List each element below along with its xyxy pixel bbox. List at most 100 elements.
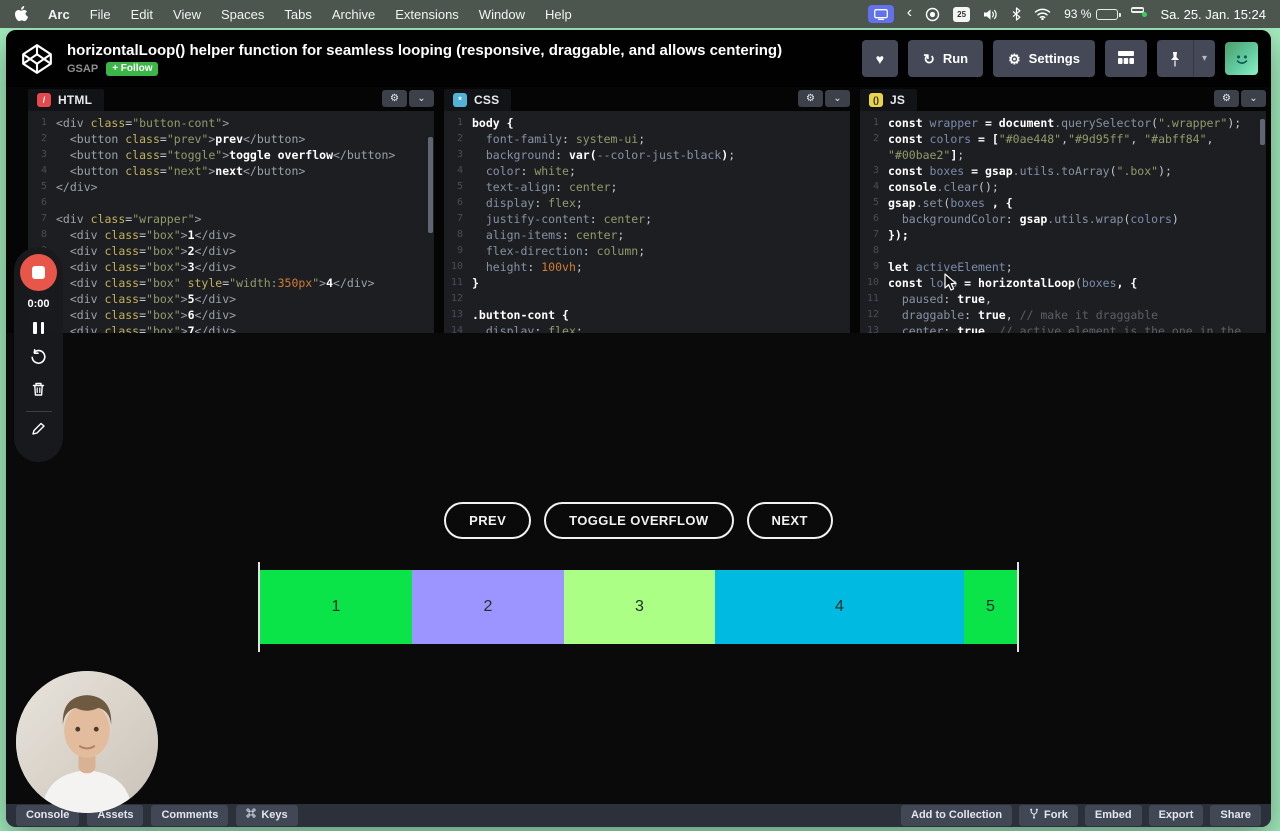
tabbar-html: / HTML ⚙ ⌄ [28, 87, 434, 111]
code-line: 6 backgroundColor: gsap.utils.wrap(color… [860, 211, 1266, 227]
code-line: 5 </div> [28, 179, 434, 195]
code-text: "#00bae2"]; [888, 148, 965, 162]
carousel-box-2[interactable]: 2 [412, 569, 564, 644]
stop-recording-button[interactable] [20, 254, 57, 291]
editor-panel-html: / HTML ⚙ ⌄ 1 <div class="button-cont"> 2 <butt… [28, 87, 434, 333]
pin-button-group: ▾ [1156, 40, 1215, 77]
love-button[interactable]: ♥ [861, 40, 899, 77]
screen-recorder-toolbar: 0:00 [14, 247, 63, 462]
battery-percent: 93 % [1064, 7, 1092, 21]
line-number: 7 [872, 229, 879, 240]
tab-css[interactable]: * CSS [444, 89, 512, 111]
line-number: 3 [872, 165, 879, 176]
code-line: 4 <button class="next">next</button> [28, 163, 434, 179]
line-number: 2 [872, 133, 879, 144]
editor-footer-bar: Console Assets Comments Keys Add to Collect… [6, 804, 1271, 827]
volume-icon[interactable] [983, 8, 999, 21]
code-editor-js[interactable]: 1 const wrapper = document.querySelector(… [860, 111, 1266, 333]
menu-help[interactable]: Help [545, 7, 572, 22]
pin-button[interactable] [1157, 40, 1194, 77]
change-view-button[interactable] [1104, 40, 1147, 77]
wifi-icon[interactable] [1034, 8, 1051, 20]
menu-tabs[interactable]: Tabs [284, 7, 311, 22]
panel-settings-gear-icon[interactable]: ⚙ [382, 90, 407, 107]
line-number: 5 [456, 181, 463, 192]
tab-js[interactable]: () JS [860, 89, 918, 111]
add-to-collection-button[interactable]: Add to Collection [901, 804, 1013, 827]
webcam-video[interactable] [16, 671, 158, 813]
presenter-person [16, 671, 158, 813]
code-editor-css[interactable]: 1 body {2 font-family: system-ui; 3 backgr… [444, 111, 850, 333]
code-line: 11} [444, 275, 850, 291]
screen: { "menubar": { "items": ["Arc", "File", … [0, 0, 1280, 831]
run-button[interactable]: ↻ Run [908, 40, 984, 77]
scrollbar-thumb[interactable] [428, 137, 433, 233]
settings-button[interactable]: ⚙ Settings [993, 40, 1095, 77]
panel-collapse-chevron-icon[interactable]: ⌄ [409, 90, 434, 107]
export-button[interactable]: Export [1148, 804, 1204, 827]
fork-button[interactable]: Fork [1019, 804, 1078, 827]
code-text: font-family: system-ui; [472, 132, 646, 146]
carousel-box-4[interactable]: 4 [715, 569, 964, 644]
pause-recording-button[interactable] [33, 322, 44, 334]
menu-window[interactable]: Window [479, 7, 525, 22]
keys-button[interactable]: Keys [236, 805, 298, 826]
user-avatar[interactable] [1225, 42, 1258, 75]
menu-view[interactable]: View [173, 7, 201, 22]
code-text: <div class="box">5</div> [56, 292, 237, 306]
comments-button[interactable]: Comments [151, 805, 229, 826]
footer-button-label: Console [26, 808, 70, 821]
line-number: 6 [456, 197, 463, 208]
screen-mirroring-icon[interactable] [867, 5, 894, 23]
menu-file[interactable]: File [90, 7, 111, 22]
code-line: 3 const boxes = gsap.utils.toArray(".box"… [860, 163, 1266, 179]
menubar-items: Arc File Edit View Spaces Tabs Archive Extensio… [48, 7, 572, 22]
menu-spaces[interactable]: Spaces [221, 7, 264, 22]
tab-html[interactable]: / HTML [28, 89, 105, 111]
recording-timer: 0:00 [27, 298, 50, 310]
menu-edit[interactable]: Edit [131, 7, 153, 22]
carousel-box-1[interactable]: 1 [260, 569, 412, 644]
record-status-icon[interactable] [925, 7, 940, 22]
layout-grid-icon [1117, 50, 1134, 67]
draw-tool-button[interactable] [31, 421, 46, 436]
code-editor-html[interactable]: 1 <div class="button-cont"> 2 <button clas… [28, 111, 434, 333]
menu-arc[interactable]: Arc [48, 7, 70, 22]
scrollbar-thumb[interactable] [1260, 119, 1265, 145]
menu-extensions[interactable]: Extensions [395, 7, 459, 22]
follow-button[interactable]: + Follow [106, 61, 159, 76]
pin-dropdown-chevron[interactable]: ▾ [1194, 40, 1215, 77]
delete-recording-button[interactable] [31, 381, 46, 397]
menubar-clock[interactable]: Sa. 25. Jan. 15:24 [1160, 7, 1266, 22]
toggle-overflow-button[interactable]: TOGGLE OVERFLOW [544, 501, 734, 539]
tab-label-js: JS [890, 93, 906, 107]
calendar-icon[interactable]: 25 [953, 6, 971, 22]
menubar-collapse-icon[interactable]: ‹ [907, 5, 912, 21]
codepen-logo-icon[interactable] [20, 42, 54, 76]
line-number: 6 [872, 213, 879, 224]
pin-icon [1170, 51, 1179, 67]
battery-indicator[interactable]: 93 % [1064, 7, 1122, 21]
carousel-box-3[interactable]: 3 [564, 569, 715, 644]
panel-settings-gear-icon[interactable]: ⚙ [798, 90, 823, 107]
code-text: paused: true, [888, 292, 992, 306]
panel-collapse-chevron-icon[interactable]: ⌄ [825, 90, 850, 107]
code-line: 1 body { [444, 115, 850, 131]
next-button[interactable]: NEXT [746, 501, 833, 539]
menu-archive[interactable]: Archive [332, 7, 375, 22]
panel-collapse-chevron-icon[interactable]: ⌄ [1241, 90, 1266, 107]
embed-button[interactable]: Embed [1084, 804, 1142, 827]
bluetooth-icon[interactable] [1012, 7, 1021, 21]
panel-settings-gear-icon[interactable]: ⚙ [1214, 90, 1239, 107]
line-number: 12 [450, 293, 463, 304]
boxes-wrapper: 12345 [258, 561, 1019, 652]
carousel-box-5[interactable]: 5 [964, 569, 1017, 644]
code-line: 2 const colors = ["#0ae448","#9d95ff", "#… [860, 131, 1266, 147]
prev-button[interactable]: PREV [444, 501, 532, 539]
fast-user-switch-icon[interactable] [1131, 7, 1148, 21]
apple-menu-icon[interactable] [14, 6, 28, 22]
share-button[interactable]: Share [1210, 804, 1261, 827]
line-number: 13 [866, 325, 879, 333]
restart-recording-button[interactable] [30, 349, 47, 366]
pen-author[interactable]: GSAP [67, 63, 98, 75]
